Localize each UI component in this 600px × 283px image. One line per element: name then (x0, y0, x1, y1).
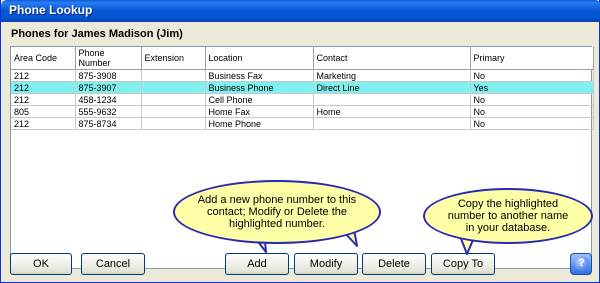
copy-to-callout: Copy the highlighted number to another n… (423, 188, 593, 244)
add-modify-delete-callout: Add a new phone number to this contact; … (173, 180, 381, 244)
copy-callout-text: Copy the highlighted number to another n… (447, 198, 569, 234)
add-callout-text: Add a new phone number to this contact; … (197, 194, 357, 230)
phone-lookup-window: Phone Lookup Phones for James Madison (J… (0, 0, 600, 283)
